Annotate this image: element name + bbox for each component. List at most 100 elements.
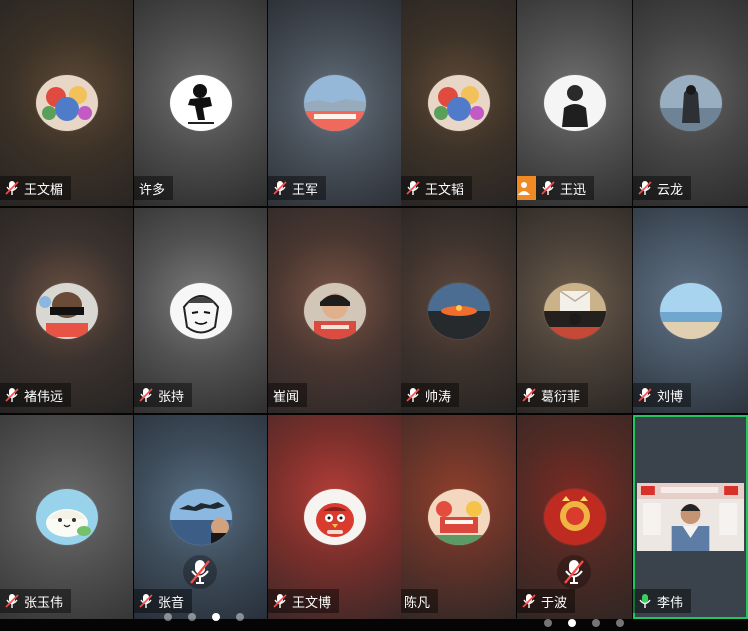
page-dot[interactable] <box>616 619 624 627</box>
participant-name-tag: 张玉伟 <box>0 589 72 613</box>
page-indicator <box>544 619 624 627</box>
participant-name: 刘博 <box>657 389 684 405</box>
page-dot[interactable] <box>188 613 196 621</box>
participant-name-tag: 王文楣 <box>0 176 72 200</box>
avatar <box>169 489 232 545</box>
avatar <box>35 489 98 545</box>
mic-muted-icon <box>406 387 420 403</box>
participant-grid-left: 王文楣 许多 王军 褚伟远 张持 崔闻 张玉伟 张音 王文博 <box>0 0 401 631</box>
participant-name: 张玉伟 <box>24 595 64 611</box>
participant-name: 许多 <box>139 182 166 198</box>
avatar <box>169 75 232 131</box>
mic-muted-icon <box>5 180 19 196</box>
participant-name: 葛衍菲 <box>541 389 581 405</box>
participant-name: 王文韬 <box>425 182 465 198</box>
participant-name-tag: 褚伟远 <box>0 383 72 407</box>
mic-muted-icon <box>638 387 652 403</box>
page-dot[interactable] <box>592 619 600 627</box>
mic-muted-icon <box>541 180 555 196</box>
participant-name-tag: 云龙 <box>633 176 692 200</box>
participant-name: 于波 <box>541 595 568 611</box>
participant-tile[interactable]: 王军 <box>268 0 401 206</box>
participant-name-tag: 于波 <box>517 589 576 613</box>
participant-name: 陈凡 <box>404 595 431 611</box>
avatar <box>169 282 232 339</box>
mic-muted-icon <box>638 180 652 196</box>
page-dot[interactable] <box>544 619 552 627</box>
participant-name: 李伟 <box>657 595 684 611</box>
participant-tile[interactable]: 葛衍菲 <box>517 208 632 413</box>
page-dot-active[interactable] <box>212 613 220 621</box>
participant-tile[interactable]: 张玉伟 <box>0 415 133 619</box>
participant-name-tag: 王军 <box>268 176 327 200</box>
video-conference-screen: 王文楣 许多 王军 褚伟远 张持 崔闻 张玉伟 张音 王文博 王文韬 王迅 云龙… <box>0 0 748 631</box>
participant-grid-right: 王文韬 王迅 云龙 帅涛 葛衍菲 刘博 陈凡 于波 李伟 <box>401 0 748 631</box>
avatar <box>303 75 366 131</box>
participant-tile[interactable]: 陈凡 <box>401 415 516 619</box>
mic-muted-icon <box>522 387 536 403</box>
participant-name: 崔闻 <box>273 389 300 405</box>
participant-name: 王军 <box>292 182 319 198</box>
participant-name: 王迅 <box>560 182 587 198</box>
participant-name-tag: 李伟 <box>633 589 692 613</box>
mic-muted-icon <box>273 593 287 609</box>
participant-tile[interactable]: 王迅 <box>517 0 632 206</box>
avatar <box>427 75 490 131</box>
participant-video <box>637 483 744 551</box>
participant-tile[interactable]: 刘博 <box>633 208 748 413</box>
avatar <box>427 489 490 545</box>
participant-tile[interactable]: 崔闻 <box>268 208 401 413</box>
participant-tile[interactable]: 王文博 <box>268 415 401 619</box>
mic-muted-icon <box>406 180 420 196</box>
mic-active-icon <box>638 593 652 609</box>
page-dot[interactable] <box>164 613 172 621</box>
page-dot[interactable] <box>236 613 244 621</box>
participant-name: 张音 <box>158 595 185 611</box>
participant-name-tag: 张持 <box>134 383 193 407</box>
avatar <box>35 282 98 339</box>
avatar <box>543 282 606 339</box>
avatar <box>35 75 98 131</box>
active-speaker-tile[interactable]: 李伟 <box>633 415 748 619</box>
participant-name-tag: 葛衍菲 <box>517 383 589 407</box>
mic-muted-icon <box>273 180 287 196</box>
mic-muted-icon <box>139 593 153 609</box>
participant-tile[interactable]: 王文楣 <box>0 0 133 206</box>
mic-muted-icon <box>522 593 536 609</box>
avatar <box>543 489 606 545</box>
participant-tile[interactable]: 云龙 <box>633 0 748 206</box>
participant-tile[interactable]: 王文韬 <box>401 0 516 206</box>
participant-tile[interactable]: 张持 <box>134 208 267 413</box>
mic-muted-icon <box>139 387 153 403</box>
avatar <box>543 75 606 131</box>
participant-name: 褚伟远 <box>24 389 64 405</box>
avatar <box>303 489 366 545</box>
participant-name: 王文博 <box>292 595 332 611</box>
mic-muted-icon <box>183 555 217 589</box>
participant-tile[interactable]: 褚伟远 <box>0 208 133 413</box>
participant-name-tag: 帅涛 <box>401 383 460 407</box>
participant-name-tag: 王文博 <box>268 589 340 613</box>
participant-tile[interactable]: 于波 <box>517 415 632 619</box>
participant-tile[interactable]: 张音 <box>134 415 267 619</box>
participant-name: 云龙 <box>657 182 684 198</box>
user-icon <box>517 176 536 200</box>
participant-name-tag: 王文韬 <box>401 176 473 200</box>
participant-name-tag: 陈凡 <box>401 589 439 613</box>
page-dot-active[interactable] <box>568 619 576 627</box>
participant-tile[interactable]: 许多 <box>134 0 267 206</box>
participant-tile[interactable]: 帅涛 <box>401 208 516 413</box>
avatar <box>659 282 722 339</box>
participant-name-tag: 王迅 <box>517 176 595 200</box>
participant-name-tag: 许多 <box>134 176 174 200</box>
mic-muted-icon <box>557 555 591 589</box>
avatar <box>659 75 722 131</box>
mic-muted-icon <box>5 387 19 403</box>
participant-name-tag: 张音 <box>134 589 193 613</box>
mic-muted-icon <box>5 593 19 609</box>
avatar <box>427 282 490 339</box>
participant-name: 帅涛 <box>425 389 452 405</box>
participant-name-tag: 崔闻 <box>268 383 308 407</box>
avatar <box>303 282 366 339</box>
participant-name: 张持 <box>158 389 185 405</box>
